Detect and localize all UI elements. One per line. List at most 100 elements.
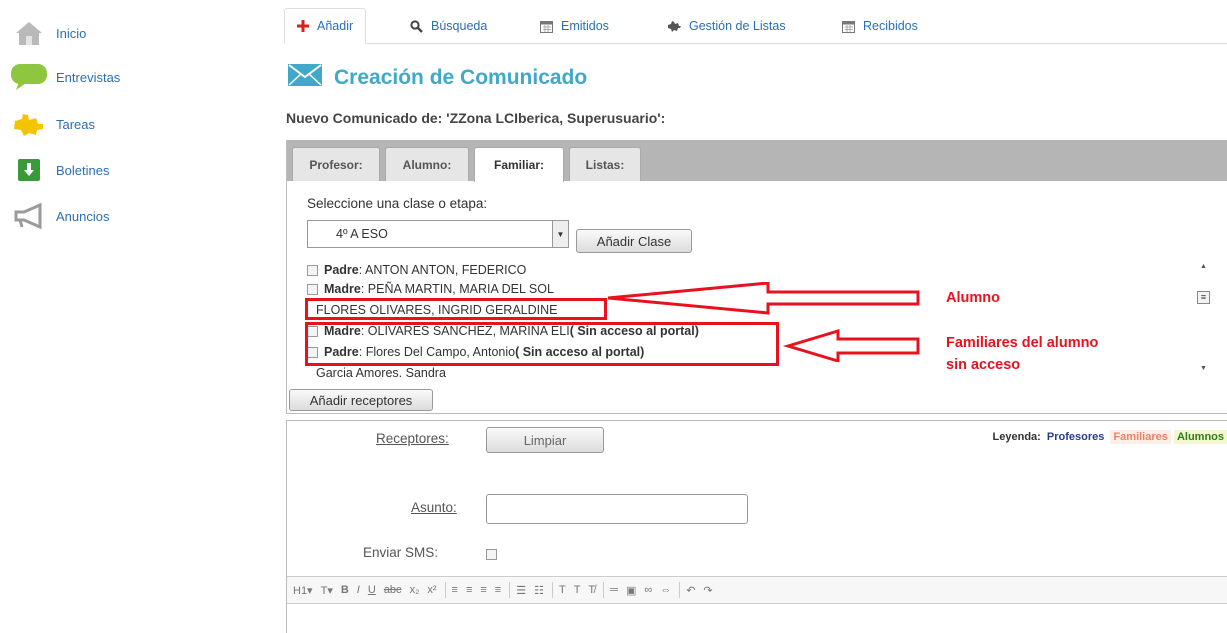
annotation-box-student (305, 298, 607, 320)
align-justify-icon[interactable]: ≡ (495, 584, 501, 596)
sidebar-item-entrevistas[interactable]: Entrevistas (10, 60, 120, 94)
annotation-family-label: Familiares del alumno sin acceso (946, 332, 1098, 376)
legend: Leyenda: Profesores Familiares Alumnos (992, 430, 1227, 444)
tab-busqueda[interactable]: Búsqueda (410, 8, 487, 44)
recipient-name: : ANTON ANTON, FEDERICO (358, 263, 527, 277)
tab-anadir[interactable]: Añadir (284, 8, 367, 44)
recipient-role: Madre (324, 282, 361, 296)
legend-alumnos: Alumnos (1173, 430, 1227, 444)
add-class-button[interactable]: Añadir Clase (576, 229, 692, 253)
bold-icon[interactable]: B (341, 584, 349, 596)
page-title-text: Creación de Comunicado (334, 65, 588, 89)
sms-label: Enviar SMS: (363, 545, 439, 560)
tab-recibidos[interactable]: Recibidos (842, 8, 918, 44)
redo-icon[interactable]: ↷ (703, 584, 712, 597)
add-recipients-button[interactable]: Añadir receptores (289, 389, 433, 411)
message-form: Receptores: Limpiar Leyenda: Profesores … (286, 420, 1227, 633)
legend-label: Leyenda: (992, 431, 1041, 443)
tab-familiar[interactable]: Familiar: (474, 147, 564, 182)
editor-toolbar: H1▾ T▾ B I U abc x₂ x² ≡ ≡ ≡ ≡ ☰ ☷ T T T… (287, 576, 1227, 604)
superscript-icon[interactable]: x² (427, 584, 436, 596)
bullet-list-icon[interactable]: ☰ (516, 584, 526, 597)
home-icon (10, 18, 48, 48)
plus-icon (297, 20, 309, 32)
toolbar-separator (603, 582, 605, 598)
scroll-up-icon[interactable]: ▲ (1200, 263, 1207, 270)
background-color-icon[interactable]: T (574, 584, 581, 596)
calendar-icon (842, 20, 855, 33)
calendar-icon (540, 20, 553, 33)
page-title: Creación de Comunicado (288, 64, 587, 91)
unlink-icon[interactable]: ⇔ (660, 584, 671, 596)
clear-format-icon[interactable]: T̸ (588, 584, 595, 596)
list-item[interactable]: Madre: PEÑA MARTIN, MARIA DEL SOL (307, 280, 554, 298)
envelope-icon (288, 64, 322, 91)
align-left-icon[interactable]: ≡ (452, 584, 458, 596)
class-select-label: Seleccione una clase o etapa: (307, 196, 488, 211)
recipient-checkbox[interactable] (307, 283, 318, 295)
sidebar-item-boletines[interactable]: Boletines (10, 153, 109, 187)
chevron-down-icon[interactable]: ▼ (552, 221, 568, 247)
annotation-family-line2: sin acceso (946, 357, 1021, 373)
clear-button[interactable]: Limpiar (486, 427, 604, 453)
undo-icon[interactable]: ↶ (686, 584, 695, 597)
heading-icon[interactable]: H1▾ (293, 584, 313, 597)
scroll-thumb[interactable]: ≡ (1197, 291, 1210, 304)
scroll-down-icon[interactable]: ▼ (1200, 365, 1207, 372)
tab-profesor[interactable]: Profesor: (292, 147, 380, 181)
annotation-arrows (607, 282, 920, 362)
toolbar-separator (551, 582, 553, 598)
class-select[interactable]: 4º A ESO ▼ (307, 220, 569, 248)
asunto-input[interactable] (486, 494, 748, 524)
download-icon (10, 155, 48, 185)
sidebar-item-label: Anuncios (56, 208, 110, 224)
font-size-icon[interactable]: T▾ (321, 584, 333, 597)
puzzle-icon (667, 20, 681, 32)
sidebar-item-anuncios[interactable]: Anuncios (10, 199, 109, 233)
megaphone-icon (10, 201, 48, 231)
recipient-scrollbar[interactable]: ▲ ≡ ▼ (1197, 261, 1211, 377)
annotation-student-label: Alumno (946, 290, 1000, 306)
underline-icon[interactable]: U (368, 584, 376, 596)
sidebar-item-label: Tareas (56, 116, 96, 132)
numbered-list-icon[interactable]: ☷ (534, 584, 544, 597)
horizontal-rule-icon[interactable]: ═ (610, 584, 618, 596)
sidebar-item-inicio[interactable]: Inicio (10, 16, 86, 50)
toolbar-separator (679, 582, 681, 598)
align-center-icon[interactable]: ≡ (466, 584, 472, 596)
top-nav: Añadir Búsqueda Emitidos Gestión de List… (284, 8, 1227, 44)
strikethrough-icon[interactable]: abc (384, 584, 402, 596)
tab-bar: Profesor: Alumno: Familiar: Listas: (287, 141, 1227, 182)
image-icon[interactable]: ▣ (626, 584, 636, 597)
recipient-checkbox[interactable] (307, 264, 318, 276)
subscript-icon[interactable]: x₂ (410, 584, 420, 596)
list-item[interactable]: Padre: ANTON ANTON, FEDERICO (307, 261, 526, 279)
student-name: Garcia Amores, Sandra (316, 366, 446, 377)
recipient-role: Padre (324, 263, 359, 277)
tab-label: Gestión de Listas (689, 19, 786, 33)
toolbar-separator (509, 582, 511, 598)
speech-bubble-icon (10, 62, 48, 92)
page-subtitle: Nuevo Comunicado de: 'ZZona LCIberica, S… (286, 110, 666, 126)
legend-familiares: Familiares (1110, 430, 1171, 444)
sidebar-item-label: Boletines (56, 162, 110, 178)
tab-listas[interactable]: Listas: (569, 147, 641, 181)
link-icon[interactable]: ∞ (644, 584, 652, 596)
sidebar: Inicio Entrevistas Tareas Boletines Anun… (0, 0, 280, 633)
tab-label: Recibidos (863, 19, 918, 33)
sidebar-item-tareas[interactable]: Tareas (10, 107, 95, 141)
sms-checkbox[interactable] (486, 549, 497, 560)
tab-label: Búsqueda (431, 19, 488, 33)
sidebar-item-label: Entrevistas (56, 69, 121, 85)
tab-label: Emitidos (561, 19, 609, 33)
annotation-family-line1: Familiares del alumno (946, 335, 1099, 351)
tab-gestion-listas[interactable]: Gestión de Listas (667, 8, 786, 44)
tab-label: Añadir (317, 19, 354, 33)
sidebar-item-label: Inicio (56, 25, 87, 41)
text-color-icon[interactable]: T (559, 584, 566, 596)
tab-alumno[interactable]: Alumno: (385, 147, 469, 181)
align-right-icon[interactable]: ≡ (480, 584, 486, 596)
tab-emitidos[interactable]: Emitidos (540, 8, 609, 44)
italic-icon[interactable]: I (357, 584, 360, 596)
class-select-value: 4º A ESO (336, 227, 388, 241)
